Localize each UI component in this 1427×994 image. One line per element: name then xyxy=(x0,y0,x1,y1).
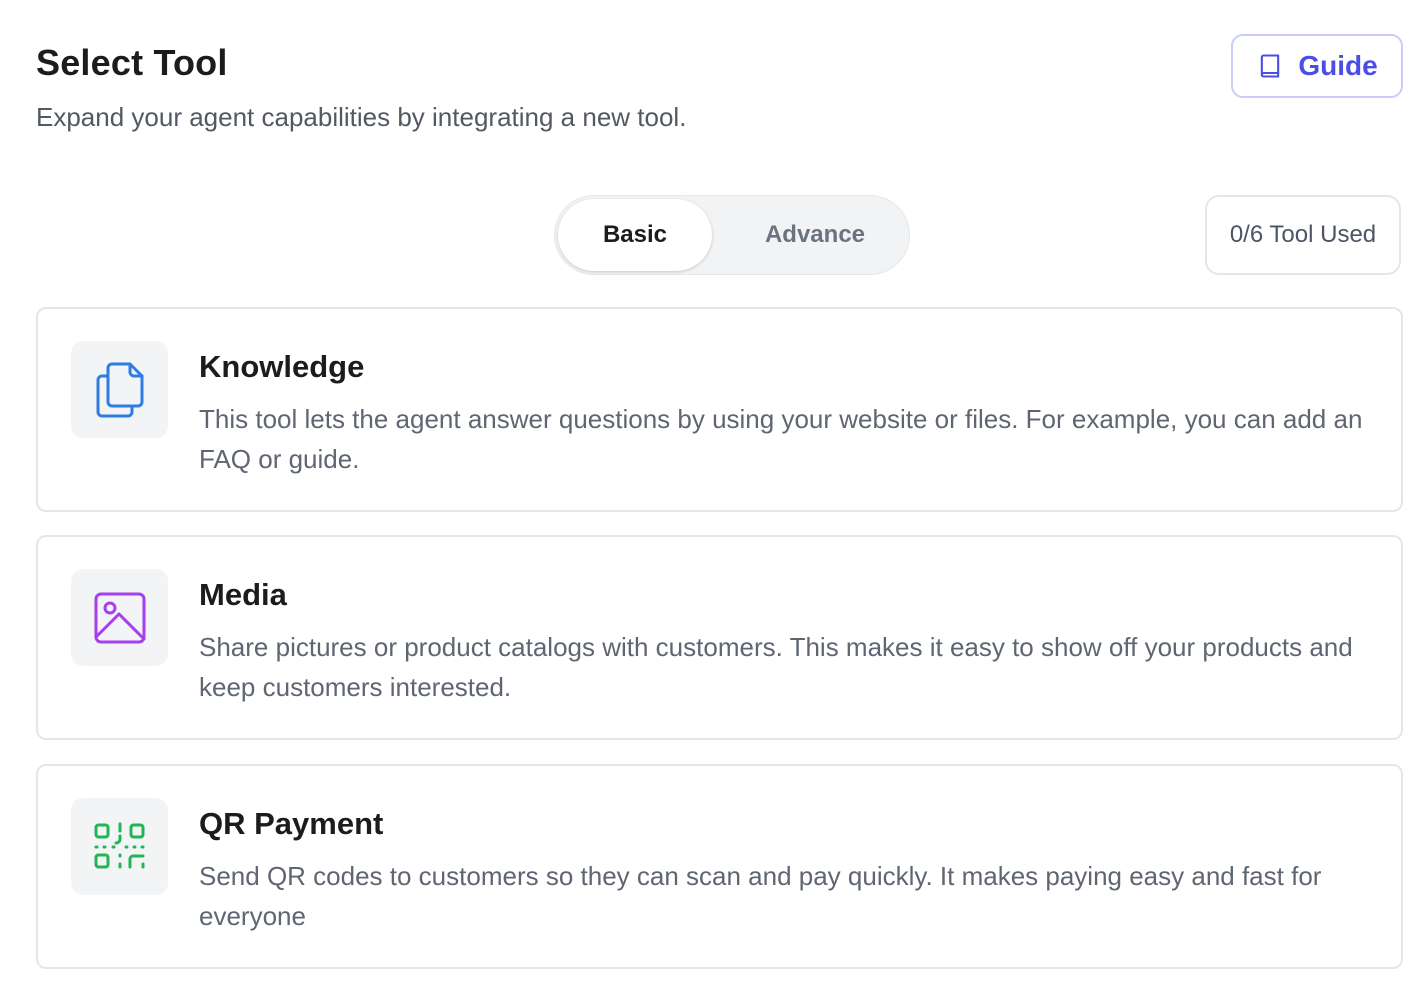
tool-card-media[interactable]: Media Share pictures or product catalogs… xyxy=(36,535,1403,740)
tool-title: QR Payment xyxy=(199,806,384,841)
tool-icon-box xyxy=(71,569,168,666)
tool-title: Knowledge xyxy=(199,349,365,384)
image-icon xyxy=(93,591,147,645)
tool-card-qr-payment[interactable]: QR Payment Send QR codes to customers so… xyxy=(36,764,1403,969)
tool-icon-box xyxy=(71,798,168,895)
tool-description: This tool lets the agent answer question… xyxy=(199,404,1363,474)
document-copy-icon xyxy=(94,360,146,420)
tool-type-toggle: Basic Advance xyxy=(554,195,910,275)
tool-usage-badge: 0/6 Tool Used xyxy=(1205,195,1401,275)
tab-advance[interactable]: Advance xyxy=(733,199,897,271)
guide-button-label: Guide xyxy=(1298,50,1378,81)
page-title: Select Tool xyxy=(36,42,228,83)
qr-code-icon xyxy=(93,820,147,874)
tab-basic[interactable]: Basic xyxy=(558,199,712,271)
tool-description: Send QR codes to customers so they can s… xyxy=(199,861,1322,931)
guide-button[interactable]: Guide xyxy=(1231,34,1403,98)
tool-title: Media xyxy=(199,577,287,612)
book-icon xyxy=(1256,52,1284,80)
tool-card-knowledge[interactable]: Knowledge This tool lets the agent answe… xyxy=(36,307,1403,512)
page-subtitle: Expand your agent capabilities by integr… xyxy=(36,102,687,132)
tool-description: Share pictures or product catalogs with … xyxy=(199,632,1353,702)
page: Select Tool Expand your agent capabiliti… xyxy=(0,0,1427,994)
tool-icon-box xyxy=(71,341,168,438)
